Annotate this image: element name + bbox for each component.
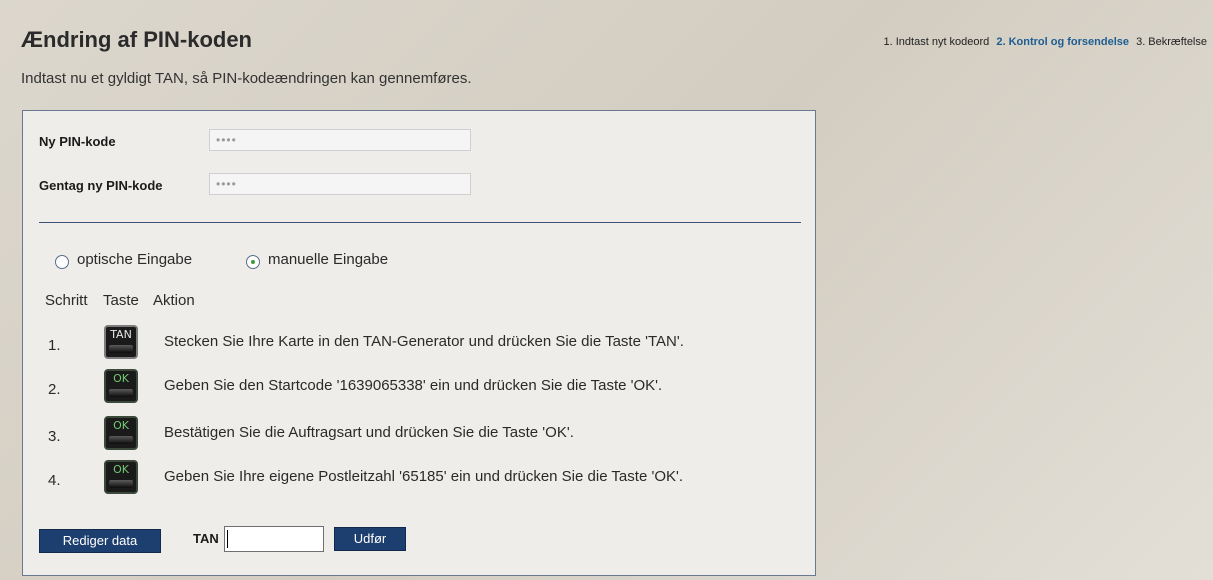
repeat-pin-field[interactable]: •••• — [209, 173, 471, 195]
column-header-action: Aktion — [153, 292, 195, 309]
manual-input-label[interactable]: manuelle Eingabe — [268, 251, 388, 268]
row-2-action: Geben Sie den Startcode '1639065338' ein… — [164, 377, 663, 394]
edit-data-button[interactable]: Rediger data — [39, 529, 161, 553]
intro-text: Indtast nu et gyldigt TAN, så PIN-kodeæn… — [21, 70, 472, 87]
divider — [39, 222, 801, 223]
tan-key-label: TAN — [110, 328, 132, 341]
ok-key-icon: OK — [104, 416, 138, 450]
tan-key-icon: TAN — [104, 325, 138, 359]
step-3: 3. Bekræftelse — [1136, 36, 1207, 48]
step-1: 1. Indtast nyt kodeord — [883, 36, 990, 48]
row-3-step: 3. — [48, 428, 61, 445]
page-title: Ændring af PIN-koden — [21, 27, 252, 52]
ok-key-label: OK — [113, 372, 129, 385]
column-header-step: Schritt — [45, 292, 88, 309]
ok-key-icon: OK — [104, 460, 138, 494]
optical-input-label[interactable]: optische Eingabe — [77, 251, 192, 268]
repeat-pin-label: Gentag ny PIN-kode — [39, 178, 163, 193]
manual-input-radio[interactable] — [246, 255, 260, 269]
pin-change-panel: Ny PIN-kode •••• Gentag ny PIN-kode ••••… — [22, 110, 816, 576]
new-pin-label: Ny PIN-kode — [39, 134, 116, 149]
row-4-action: Geben Sie Ihre eigene Postleitzahl '6518… — [164, 468, 684, 485]
progress-steps: 1. Indtast nyt kodeord 2. Kontrol og for… — [880, 36, 1207, 48]
step-2-active: 2. Kontrol og forsendelse — [996, 36, 1130, 48]
new-pin-field[interactable]: •••• — [209, 129, 471, 151]
submit-button[interactable]: Udfør — [334, 527, 406, 551]
row-1-step: 1. — [48, 337, 61, 354]
column-header-key: Taste — [103, 292, 139, 309]
row-4-step: 4. — [48, 472, 61, 489]
row-1-action: Stecken Sie Ihre Karte in den TAN-Genera… — [164, 333, 684, 350]
optical-input-radio[interactable] — [55, 255, 69, 269]
row-3-action: Bestätigen Sie die Auftragsart und drück… — [164, 424, 574, 441]
tan-label: TAN — [193, 531, 219, 546]
row-2-step: 2. — [48, 381, 61, 398]
ok-key-label: OK — [113, 419, 129, 432]
tan-input[interactable] — [224, 526, 324, 552]
ok-key-label: OK — [113, 463, 129, 476]
ok-key-icon: OK — [104, 369, 138, 403]
